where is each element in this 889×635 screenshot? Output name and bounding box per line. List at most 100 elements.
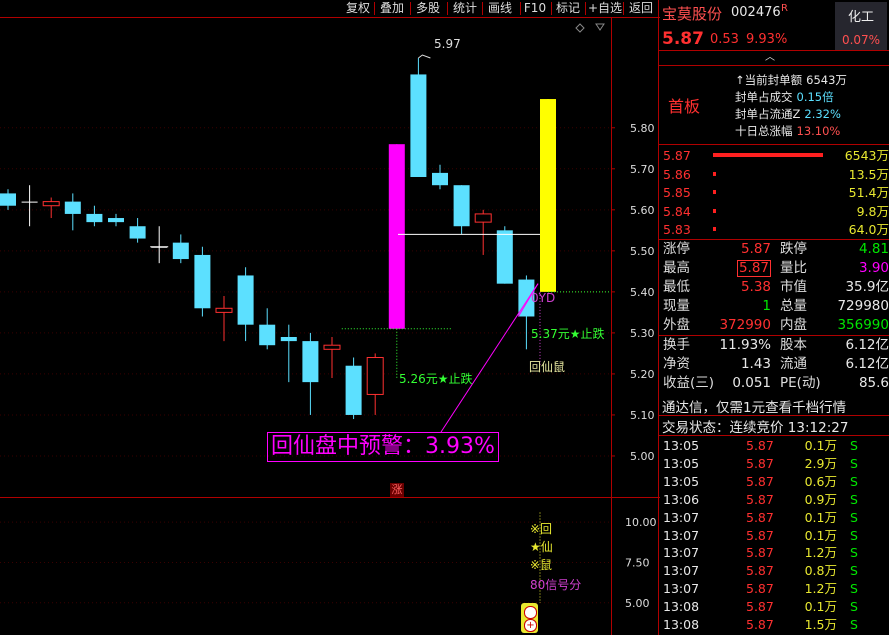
y-axis-tick: 5.30 [630, 327, 655, 340]
trade-price: 5.87 [746, 599, 774, 615]
yd-label: 0YD [531, 291, 556, 305]
stat-value: 5.87 [740, 241, 771, 257]
candle[interactable] [129, 218, 146, 243]
stat-row: 最低 5.38 市值 35.9亿 [660, 278, 889, 296]
candle[interactable] [172, 234, 189, 264]
order-volume: 64.0万 [848, 222, 889, 237]
order-book-row[interactable]: 5.85 51.4万 [660, 183, 889, 202]
candle[interactable] [280, 324, 297, 383]
order-book-row[interactable]: 5.84 9.8万 [660, 202, 889, 221]
candle[interactable] [540, 99, 556, 292]
signal-score-label: 80信号分 [530, 578, 582, 592]
order-volume: 9.8万 [856, 203, 889, 219]
stop-fall-label-2: 5.37元★止跌 [531, 327, 605, 341]
candle[interactable] [194, 246, 211, 317]
stat-label: PE(动) [780, 375, 821, 391]
y-axis-tick: 5.70 [630, 163, 655, 176]
sector-tag[interactable]: 化工 0.07% [835, 2, 887, 50]
signal-label-shu: ※鼠 [530, 558, 553, 572]
candle[interactable] [86, 205, 103, 227]
candle[interactable] [432, 164, 448, 190]
kline-chart[interactable]: 5.80 5.70 5.60 5.50 5.40 5.30 5.20 5.10 5.00 10.… [0, 0, 660, 635]
trade-price: 5.87 [746, 563, 774, 579]
stat-label: 现量 [663, 298, 690, 314]
y-axis-tick: 5.60 [630, 204, 655, 217]
stat-value: 729980 [837, 298, 889, 314]
trade-time: 13:05 [663, 455, 700, 471]
stop-fall-label-1: 5.26元★止跌 [399, 372, 473, 386]
board-info-value: 2.32% [804, 107, 841, 121]
trade-side: S [850, 438, 858, 453]
candle[interactable] [388, 144, 405, 329]
trade-time: 13:05 [663, 473, 700, 489]
high-price-label: 5.97 [434, 37, 461, 51]
candle[interactable] [151, 226, 168, 264]
stat-label: 收益(三) [663, 375, 715, 391]
trade-time: 13:07 [663, 545, 700, 561]
trade-time: 13:08 [663, 599, 700, 615]
candle[interactable] [21, 185, 38, 227]
trade-price: 5.87 [746, 491, 774, 507]
signal-icon: + [521, 603, 538, 633]
trade-row: 13:07 5.87 1.2万 S [660, 544, 889, 562]
trade-volume: 1.5万 [804, 617, 837, 632]
order-volume-bar [713, 190, 716, 194]
stat-row: 现量 1 总量 729980 [660, 297, 889, 315]
stat-label: 内盘 [780, 317, 807, 333]
candle[interactable] [259, 308, 276, 350]
up-arrow-icon: ↑ [735, 73, 745, 87]
candle[interactable] [0, 189, 16, 210]
promo-banner[interactable]: 通达信，仅需1元查看千档行情 [662, 396, 846, 416]
stat-row: 最高 5.87 量比 3.90 [660, 259, 889, 277]
order-volume: 6543万 [844, 148, 889, 163]
candle[interactable] [64, 193, 81, 231]
candle[interactable] [453, 185, 470, 235]
trade-price: 5.87 [746, 473, 774, 489]
candle[interactable] [237, 267, 254, 342]
expand-icon[interactable] [575, 23, 605, 33]
candle[interactable] [366, 353, 384, 415]
order-book-row[interactable]: 5.83 64.0万 [660, 220, 889, 239]
board-label: 首板 [668, 97, 701, 116]
order-volume-bar [713, 153, 823, 157]
trade-side: S [850, 455, 858, 471]
warning-box: 回仙盘中预警：3.93% [267, 432, 499, 462]
stat-value: 1.43 [740, 356, 771, 372]
sub-y-axis-tick: 7.50 [625, 556, 650, 569]
order-volume: 51.4万 [848, 185, 889, 200]
sub-y-axis-tick: 10.00 [625, 516, 657, 529]
trade-side: S [850, 509, 858, 525]
stat-row: 净资 1.43 流通 6.12亿 [660, 355, 889, 373]
board-info-label: 当前封单额 [744, 73, 803, 87]
stat-value: 6.12亿 [845, 337, 889, 353]
candle[interactable] [215, 295, 233, 342]
stat-label: 跌停 [780, 241, 807, 257]
sector-label: 化工 [847, 10, 874, 25]
candle[interactable] [345, 357, 362, 420]
trade-volume: 0.6万 [804, 473, 837, 489]
trade-price: 5.87 [746, 581, 774, 597]
sector-pct: 0.07% [841, 33, 881, 47]
candle[interactable] [302, 332, 319, 415]
order-book-row[interactable]: 5.86 13.5万 [660, 165, 889, 184]
trade-volume: 2.9万 [804, 455, 837, 471]
stat-row: 外盘 372990 内盘 356990 [660, 316, 889, 334]
candle[interactable] [474, 209, 492, 255]
candle[interactable] [42, 197, 60, 219]
trade-row: 13:05 5.87 0.6万 S [660, 473, 889, 491]
order-book-row[interactable]: 5.87 6543万 [660, 146, 889, 165]
candle[interactable] [323, 337, 341, 379]
stock-name[interactable]: 宝莫股份 [662, 3, 722, 24]
board-info-row: ↑当前封单额 6543万 [735, 72, 847, 88]
trade-time: 13:07 [663, 563, 700, 579]
collapse-button[interactable]: ︿ [760, 52, 780, 64]
order-price: 5.87 [663, 148, 691, 163]
y-axis-tick: 5.40 [630, 286, 655, 299]
trade-volume: 0.1万 [804, 438, 837, 453]
stock-flag: R [781, 3, 788, 14]
candle[interactable] [108, 213, 124, 227]
signal-label-xian: ★仙 [530, 540, 553, 554]
stat-label: 市值 [780, 279, 807, 295]
trade-side: S [850, 545, 858, 561]
candle[interactable] [410, 58, 427, 177]
